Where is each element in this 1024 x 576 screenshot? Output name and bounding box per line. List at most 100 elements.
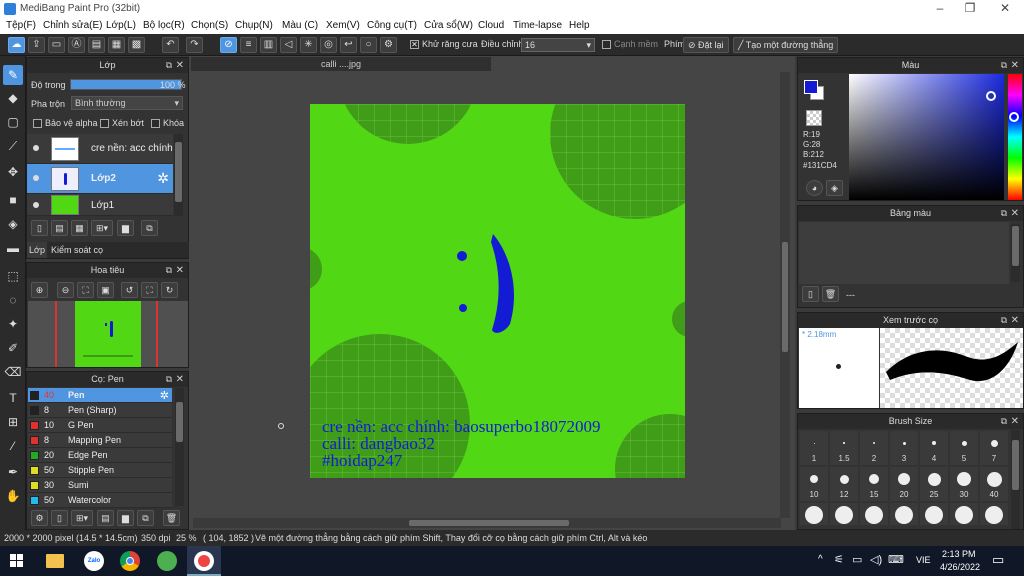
visibility-icon[interactable] bbox=[33, 175, 39, 181]
close-icon[interactable]: ✕ bbox=[1011, 58, 1019, 73]
menu-window[interactable]: Cửa sổ(W) bbox=[424, 20, 473, 31]
menu-select[interactable]: Chọn(S) bbox=[191, 20, 228, 31]
text-tool-icon[interactable]: T bbox=[3, 388, 23, 408]
duplicate-brush-icon[interactable]: ⧉ bbox=[137, 510, 154, 526]
rect-select-tool-icon[interactable]: ▢ bbox=[3, 112, 23, 132]
share-icon[interactable]: ⇪ bbox=[28, 37, 45, 53]
magic-wand-tool-icon[interactable]: ✦ bbox=[3, 314, 23, 334]
new-palette-icon[interactable]: ▯ bbox=[802, 286, 819, 302]
scroll-thumb[interactable] bbox=[1012, 440, 1019, 490]
add-brush-menu-icon[interactable]: ⊞▾ bbox=[71, 510, 93, 526]
new-brush-icon[interactable]: ▯ bbox=[51, 510, 68, 526]
scroll-thumb[interactable] bbox=[782, 242, 788, 352]
visibility-icon[interactable] bbox=[33, 145, 39, 151]
brush-settings-icon[interactable]: ⚙ bbox=[31, 510, 48, 526]
canvas-vscrollbar[interactable] bbox=[780, 72, 790, 518]
zalo-icon[interactable]: Zalo bbox=[84, 551, 104, 571]
edge-checkbox[interactable]: Cạnh mềm bbox=[602, 39, 658, 50]
tab-brush-control[interactable]: Kiểm soát cọ bbox=[51, 245, 103, 255]
gear-icon[interactable]: ✲ bbox=[160, 389, 169, 402]
close-icon[interactable]: ✕ bbox=[176, 372, 184, 387]
gradient-tool-icon[interactable]: ▬ bbox=[3, 238, 23, 258]
palette-swatch-area[interactable] bbox=[799, 222, 1009, 284]
hue-slider[interactable] bbox=[1008, 74, 1022, 200]
brush-size-cell[interactable]: 10 bbox=[800, 467, 828, 501]
palette-scrollbar[interactable] bbox=[1011, 224, 1020, 282]
straight-line-button[interactable]: ╱ Tạo một đường thẳng bbox=[733, 37, 839, 53]
snap-radial-icon[interactable]: ✳ bbox=[300, 37, 317, 53]
bucket-tool-icon[interactable]: ◈ bbox=[3, 214, 23, 234]
brush-list-item[interactable]: 20 Edge Pen bbox=[28, 448, 172, 463]
layer-row[interactable]: Lớp1 bbox=[27, 194, 173, 216]
brush-list-item[interactable]: 50 Stipple Pen bbox=[28, 463, 172, 478]
select-pen-tool-icon[interactable]: ✐ bbox=[3, 338, 23, 358]
antialias-checkbox[interactable]: ✕ Khử răng cưa bbox=[410, 39, 478, 50]
brush-size-cell[interactable] bbox=[950, 503, 978, 525]
language-indicator[interactable]: VIE bbox=[916, 555, 931, 565]
brush-list-item[interactable]: 40 Pen ✲ bbox=[28, 388, 172, 403]
blend-select[interactable]: Bình thường ▾ bbox=[71, 96, 183, 110]
layer-row[interactable]: cre nền: acc chính bbox=[27, 134, 173, 164]
snap-settings-icon[interactable]: ⚙ bbox=[380, 37, 397, 53]
adjust-select[interactable]: 16 ▾ bbox=[521, 38, 595, 52]
brush-size-cell[interactable] bbox=[860, 503, 888, 525]
eyedropper-tool-icon[interactable]: ✒ bbox=[3, 462, 23, 482]
canvas-hscrollbar[interactable] bbox=[193, 518, 781, 528]
maximize-icon[interactable]: ⧉ bbox=[166, 372, 172, 387]
taskbar-medibang-active[interactable] bbox=[187, 546, 221, 576]
brush-size-cell[interactable]: 3 bbox=[890, 431, 918, 465]
actual-size-icon[interactable]: ▣ bbox=[97, 282, 114, 298]
hand-tool-icon[interactable]: ✋ bbox=[3, 486, 23, 506]
snap-parallel-icon[interactable]: ≡ bbox=[240, 37, 257, 53]
brush-size-cell[interactable]: 2 bbox=[860, 431, 888, 465]
select-tool-icon[interactable]: ⬚ bbox=[3, 266, 23, 286]
trash-icon[interactable]: 🗑 bbox=[163, 510, 180, 526]
brush-size-cell[interactable]: 4 bbox=[920, 431, 948, 465]
menu-edit[interactable]: Chỉnh sửa(E) bbox=[43, 20, 103, 31]
trash-icon[interactable]: 🗑 bbox=[822, 286, 839, 302]
maximize-button[interactable]: ❐ bbox=[955, 1, 985, 15]
brush-scrollbar[interactable] bbox=[175, 388, 184, 506]
chevron-up-icon[interactable]: ^ bbox=[818, 554, 823, 565]
undo-icon[interactable]: ↶ bbox=[162, 37, 179, 53]
duplicate-layer-icon[interactable]: ⧉ bbox=[141, 220, 158, 236]
brush-size-cell[interactable] bbox=[980, 503, 1008, 525]
menu-color[interactable]: Màu (C) bbox=[282, 20, 318, 31]
windows-start-icon[interactable] bbox=[10, 554, 24, 568]
brush-size-cell[interactable] bbox=[830, 503, 858, 525]
maximize-icon[interactable]: ⧉ bbox=[166, 263, 172, 278]
menu-timelapse[interactable]: Time-lapse bbox=[513, 20, 562, 31]
brush-list-item[interactable]: 8 Pen (Sharp) bbox=[28, 403, 172, 418]
brush-size-scrollbar[interactable] bbox=[1011, 430, 1020, 529]
brush-size-cell[interactable]: 25 bbox=[920, 467, 948, 501]
maximize-icon[interactable]: ⧉ bbox=[1001, 58, 1007, 73]
layer-row[interactable]: Lớp2 ✲ bbox=[27, 164, 173, 194]
menu-filter[interactable]: Bộ lọc(R) bbox=[143, 20, 185, 31]
file-explorer-icon[interactable] bbox=[46, 554, 64, 568]
color-cursor[interactable] bbox=[986, 91, 996, 101]
text-icon[interactable]: Ⓐ bbox=[68, 37, 85, 53]
hue-cursor[interactable] bbox=[1009, 112, 1019, 122]
new-halftone-layer-icon[interactable]: ▤ bbox=[51, 220, 68, 236]
brush-size-cell[interactable]: 15 bbox=[860, 467, 888, 501]
menu-help[interactable]: Help bbox=[569, 20, 590, 31]
snap-ellipse-icon[interactable]: ○ bbox=[360, 37, 377, 53]
move-tool-icon[interactable]: ✥ bbox=[3, 162, 23, 182]
clock-time[interactable]: 2:13 PM bbox=[942, 549, 976, 559]
snap-circle-icon[interactable]: ◎ bbox=[320, 37, 337, 53]
keyboard-icon[interactable]: ⌨ bbox=[888, 553, 904, 566]
tiles-icon[interactable]: ▩ bbox=[128, 37, 145, 53]
new-layer-icon[interactable]: ▯ bbox=[31, 220, 48, 236]
brush-list-item[interactable]: 10 G Pen bbox=[28, 418, 172, 433]
brush-size-cell[interactable] bbox=[920, 503, 948, 525]
add-layer-menu-icon[interactable]: ⊞▾ bbox=[91, 220, 113, 236]
palette-icon[interactable]: ◕ bbox=[806, 180, 823, 196]
menu-layer[interactable]: Lớp(L) bbox=[106, 20, 136, 31]
fill-shape-tool-icon[interactable]: ■ bbox=[3, 190, 23, 210]
divide-tool-icon[interactable]: ⊞ bbox=[3, 412, 23, 432]
folder-icon[interactable]: ▆ bbox=[117, 220, 134, 236]
chrome-icon[interactable] bbox=[120, 551, 140, 571]
comment-icon[interactable]: ▭ bbox=[48, 37, 65, 53]
maximize-icon[interactable]: ⧉ bbox=[166, 58, 172, 73]
brush-size-cell[interactable] bbox=[800, 503, 828, 525]
